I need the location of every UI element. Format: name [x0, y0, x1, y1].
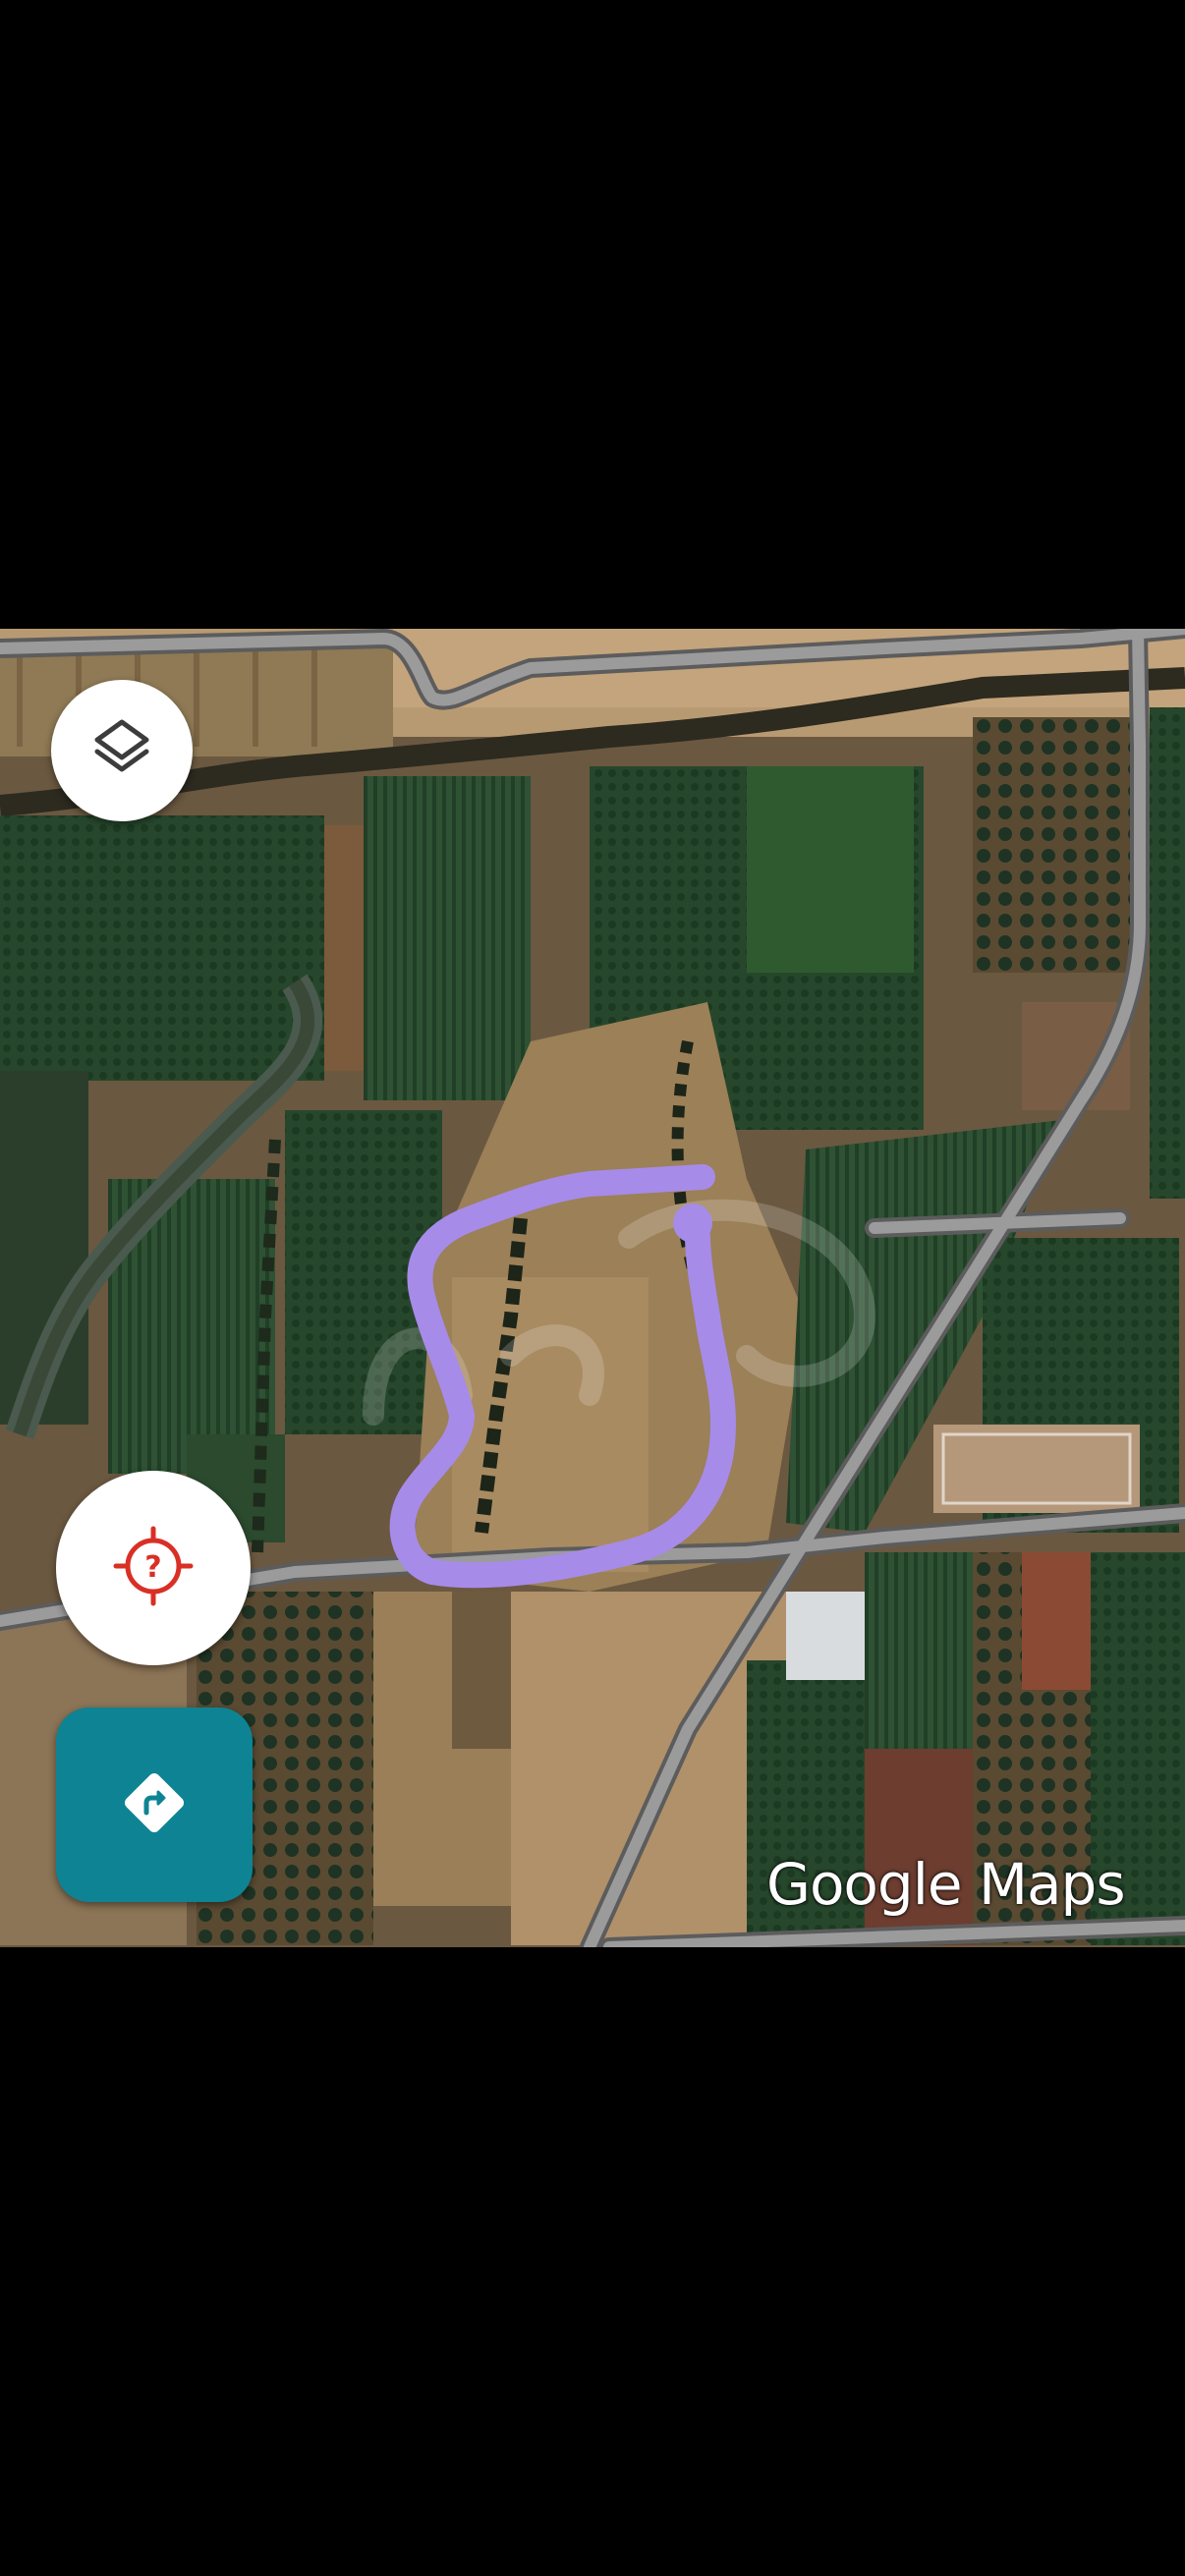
- location-unknown-icon: ?: [112, 1525, 195, 1612]
- directions-button[interactable]: [56, 1708, 253, 1902]
- my-location-button[interactable]: ?: [56, 1471, 251, 1665]
- layers-button[interactable]: [51, 680, 193, 821]
- svg-text:?: ?: [144, 1550, 161, 1585]
- bottom-black-area: [0, 1947, 1185, 2576]
- map-attribution: Google Maps: [766, 1851, 1126, 1918]
- directions-icon: [117, 1765, 192, 1845]
- layers-icon: [87, 714, 156, 788]
- top-black-area: [0, 0, 1185, 629]
